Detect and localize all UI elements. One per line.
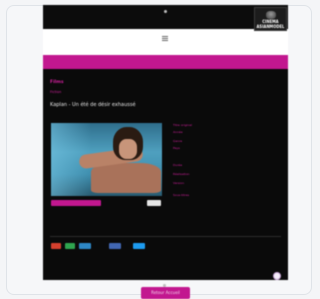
top-dot — [164, 10, 167, 13]
share-button-green[interactable] — [65, 243, 75, 249]
film-poster[interactable] — [51, 123, 162, 196]
cta-button[interactable]: Retour Accueil — [141, 287, 190, 299]
share-button-red[interactable] — [51, 243, 61, 249]
nav-bar — [43, 55, 288, 69]
top-bar: CINEMA ASIANMODEL — [43, 5, 288, 31]
menu-icon[interactable] — [162, 36, 168, 42]
more-button[interactable] — [147, 200, 161, 206]
webpage: CINEMA ASIANMODEL Films Fiction Kaplan -… — [43, 5, 288, 280]
logo-line-2: ASIANMODEL — [256, 23, 285, 29]
detail-line: Année — [173, 130, 183, 134]
logo-emblem-icon — [266, 11, 276, 19]
content-area: Films Fiction Kaplan - Un été de désir e… — [43, 69, 288, 280]
detail-line: Pays — [173, 146, 180, 150]
watch-button[interactable] — [51, 200, 101, 206]
subcategory-label[interactable]: Fiction — [50, 90, 61, 94]
detail-line: Réalisation — [173, 172, 190, 176]
detail-line: Sous-titres — [173, 193, 190, 197]
detail-line: Durée — [173, 163, 183, 167]
divider — [50, 236, 281, 237]
detail-line: Genre — [173, 139, 183, 143]
share-button-twitter[interactable] — [133, 243, 145, 249]
category-label[interactable]: Films — [50, 80, 64, 85]
site-logo[interactable]: CINEMA ASIANMODEL — [254, 7, 287, 31]
share-button-facebook[interactable] — [109, 243, 121, 249]
scroll-up-icon[interactable] — [273, 272, 281, 280]
detail-line: Titre original — [173, 123, 192, 127]
share-button-blue[interactable] — [79, 243, 91, 249]
page-title: Kaplan - Un été de désir exhaussé — [50, 102, 136, 108]
detail-line: Version — [173, 181, 185, 185]
